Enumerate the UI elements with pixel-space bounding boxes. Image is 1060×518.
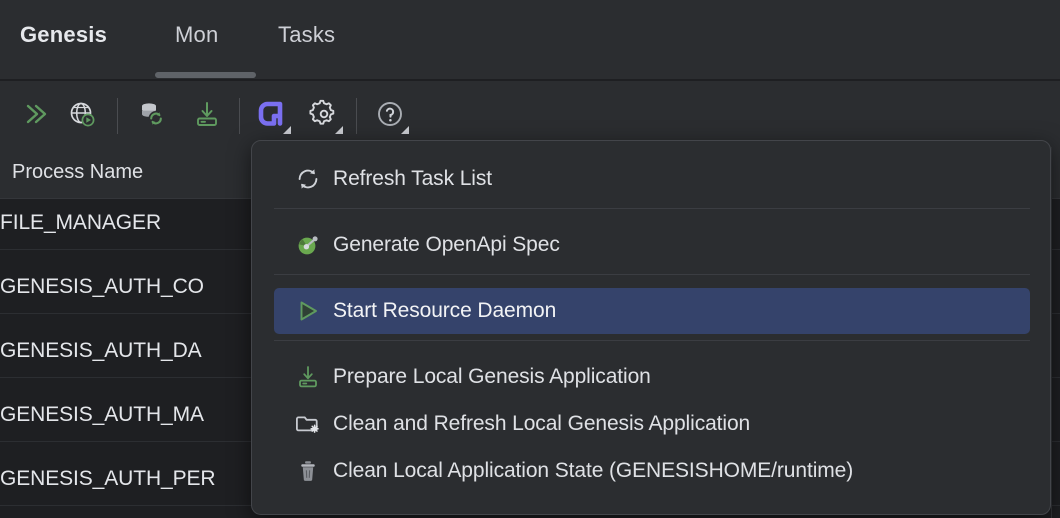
cell-process-name: FILE_MANAGER [0,211,162,234]
toolbar-separator-1 [117,98,118,134]
menu-item-label: Generate OpenApi Spec [333,233,560,256]
chevron-down-icon[interactable] [335,126,343,134]
chevron-down-icon[interactable] [283,126,291,134]
toolbar-settings-button[interactable] [304,96,344,136]
menu-item-label: Clean Local Application State (GENESISHO… [333,459,854,482]
globe-play-icon [67,99,97,134]
double-chevron-right-icon [21,99,51,134]
toolbar-run-web-button[interactable] [62,96,102,136]
menu-separator [274,208,1030,209]
menu-item-label: Clean and Refresh Local Genesis Applicat… [333,412,751,435]
tab-bar: Genesis Mon Tasks [0,0,1060,80]
genesis-tasks-dropdown-menu: Refresh Task List Generate OpenApi Spec … [251,140,1051,515]
openapi-swagger-icon [294,231,322,259]
menu-item-generate-openapi-spec[interactable]: Generate OpenApi Spec [252,220,1050,270]
toolbar-separator-3 [356,98,357,134]
toolbar-refresh-database-button[interactable] [133,96,173,136]
menu-item-refresh-task-list[interactable]: Refresh Task List [252,154,1050,204]
menu-separator [274,274,1030,275]
cell-process-name: GENESIS_AUTH_CO [0,275,204,298]
tab-genesis[interactable]: Genesis [20,22,107,48]
toolbar-separator-2 [239,98,240,134]
toolbar-help-button[interactable] [370,96,410,136]
tab-active-underline [155,72,256,78]
cell-process-name: GENESIS_AUTH_DA [0,339,202,362]
menu-separator [274,340,1030,341]
cell-process-name: GENESIS_AUTH_PER [0,467,216,490]
trash-can-icon [294,457,322,485]
database-refresh-icon [138,99,168,134]
toolbar-genesis-tasks-button[interactable] [252,96,292,136]
menu-item-label: Prepare Local Genesis Application [333,365,651,388]
chevron-down-icon[interactable] [401,126,409,134]
cell-process-name: GENESIS_AUTH_MA [0,403,204,426]
toolbar-run-all-button[interactable] [16,96,56,136]
folder-sparkle-icon [294,410,322,438]
menu-item-start-resource-daemon[interactable]: Start Resource Daemon [252,286,1050,336]
download-to-disk-icon [294,363,322,391]
menu-item-prepare-local-genesis-application[interactable]: Prepare Local Genesis Application [252,352,1050,402]
menu-item-clean-and-refresh-local-genesis-application[interactable]: Clean and Refresh Local Genesis Applicat… [252,399,1050,449]
table-column-divider [1051,147,1052,518]
refresh-circular-arrows-icon [294,165,322,193]
tab-mon[interactable]: Mon [175,22,218,48]
tab-tasks[interactable]: Tasks [278,22,335,48]
menu-item-label: Start Resource Daemon [333,299,557,322]
column-header-process-name[interactable]: Process Name [12,161,143,184]
menu-item-clean-local-application-state[interactable]: Clean Local Application State (GENESISHO… [252,446,1050,496]
download-to-disk-icon [192,99,222,134]
toolbar-download-install-button[interactable] [187,96,227,136]
play-triangle-icon [294,297,322,325]
menu-item-label: Refresh Task List [333,167,492,190]
